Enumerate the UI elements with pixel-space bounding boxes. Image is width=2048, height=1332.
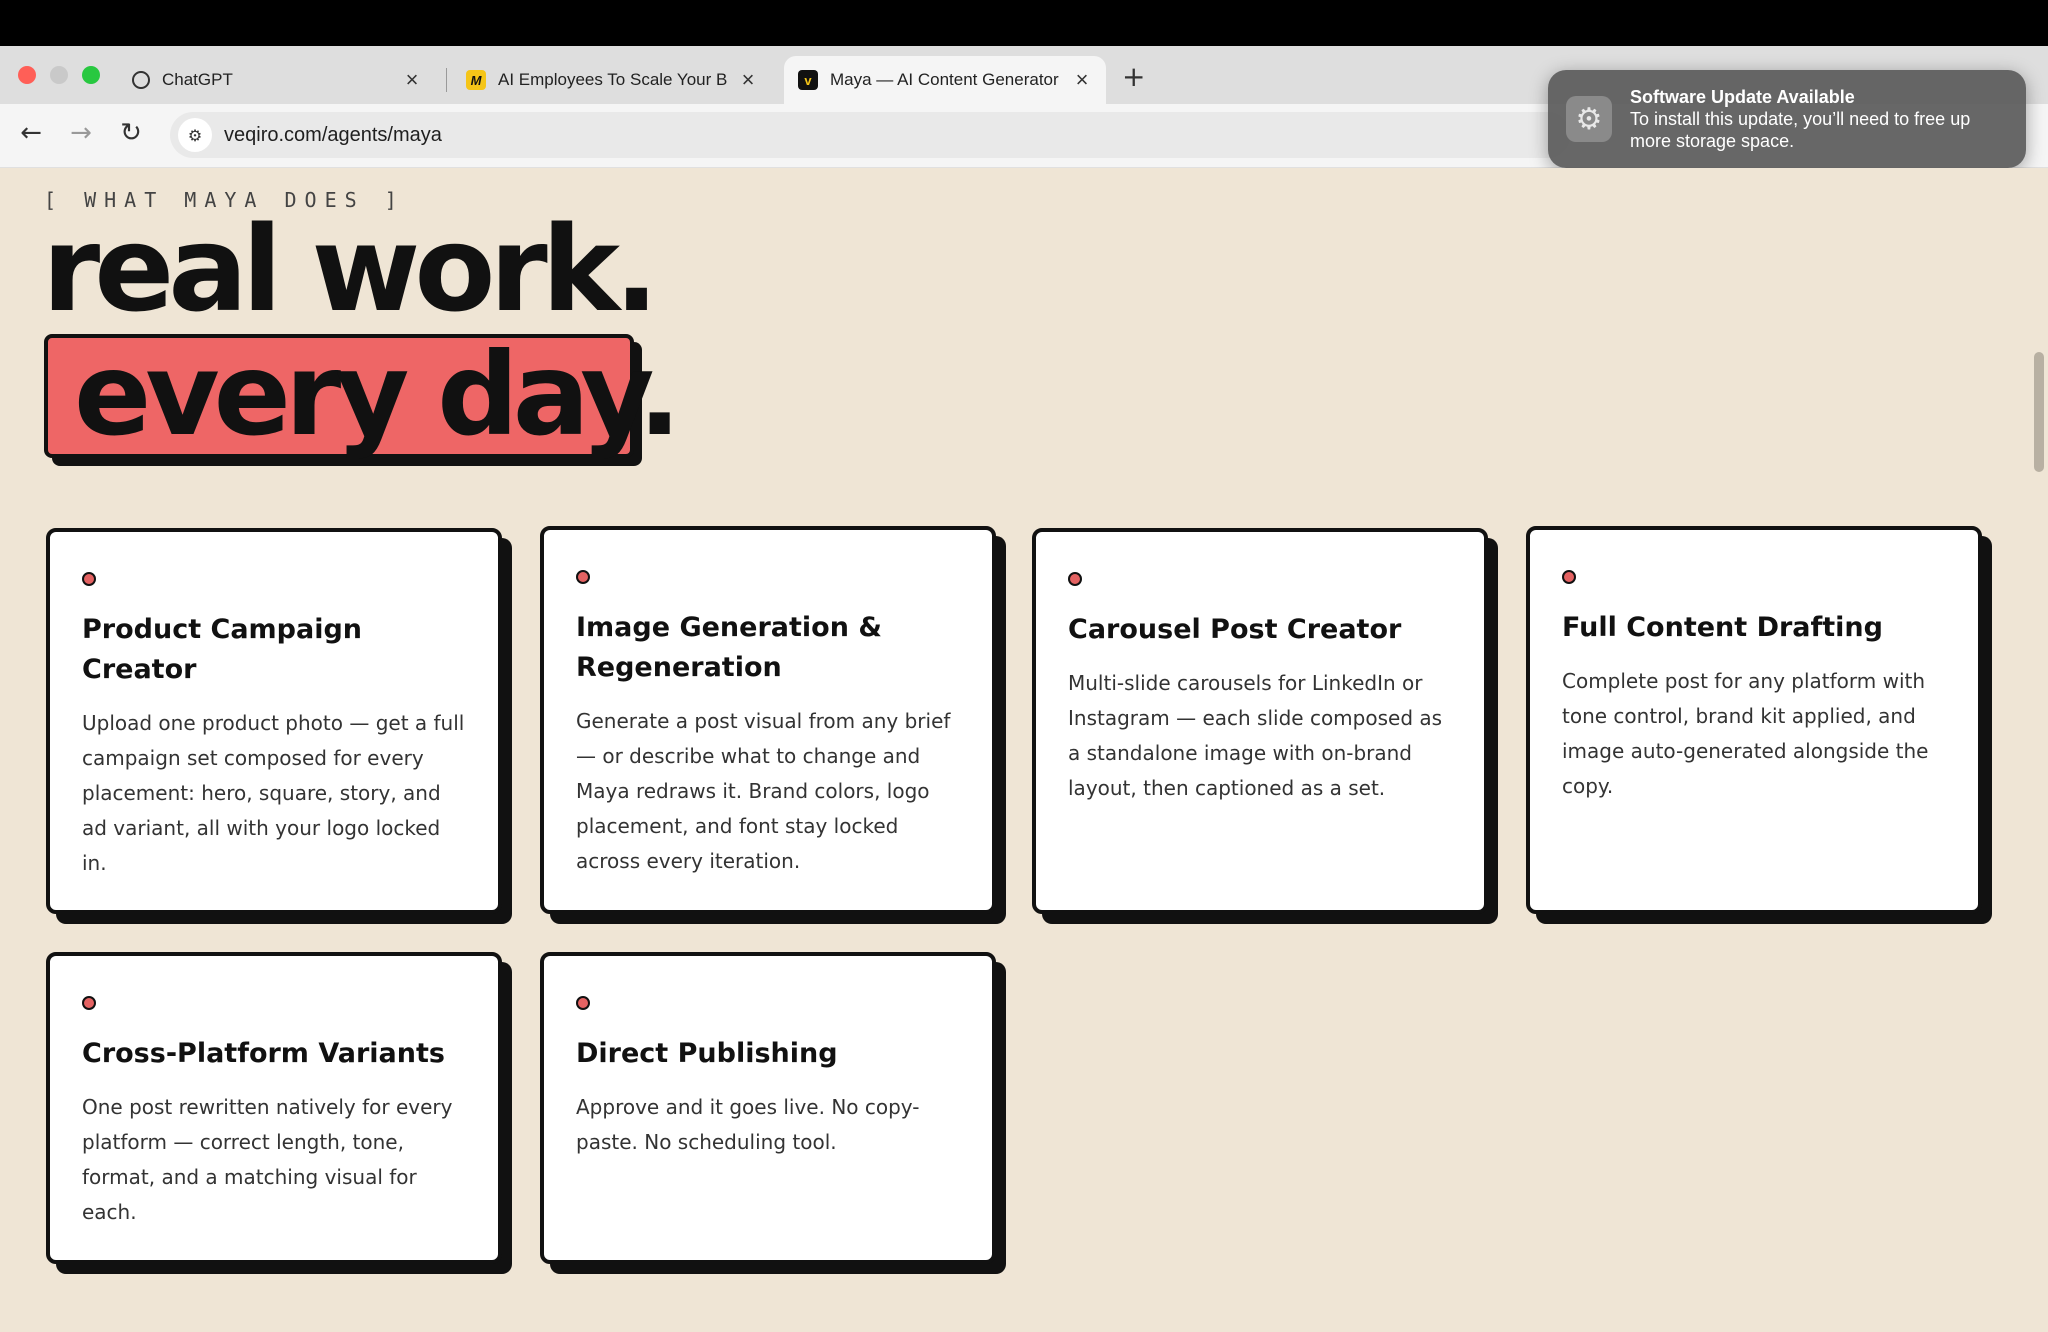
address-bar[interactable]: ⚙ veqiro.com/agents/maya (170, 112, 1570, 158)
card-description: Approve and it goes live. No copy-paste.… (576, 1095, 920, 1154)
reload-icon[interactable]: ↻ (114, 118, 148, 148)
card-title: Cross-Platform Variants (82, 1038, 445, 1069)
card-bullet-dot (82, 996, 96, 1010)
page-content: [ WHAT MAYA DOES ] real work. every day.… (0, 168, 2030, 1332)
feature-card-carousel: Carousel Post Creator Multi-slide carous… (1032, 528, 1488, 914)
card-description: Multi-slide carousels for LinkedIn or In… (1068, 671, 1443, 800)
tab-close-icon[interactable]: × (738, 67, 758, 93)
close-window-button[interactable] (18, 66, 36, 84)
veqiro-logo-icon: M (466, 70, 486, 90)
card-description: Complete post for any platform with tone… (1562, 669, 1929, 798)
page-scrollbar[interactable] (2030, 168, 2048, 1332)
tab-maya[interactable]: v Maya — AI Content Generator × (784, 56, 1106, 104)
maximize-window-button[interactable] (82, 66, 100, 84)
page-scrollbar-thumb[interactable] (2034, 352, 2044, 472)
headline-line-2: every day. (74, 328, 681, 461)
card-bullet-dot (1562, 570, 1576, 584)
feature-card-content-drafting: Full Content Drafting Complete post for … (1526, 526, 1982, 914)
feature-card-image-generation: Image Generation & Regeneration Generate… (540, 526, 996, 914)
feature-card-product-campaign: Product Campaign Creator Upload one prod… (46, 528, 502, 914)
card-bullet-dot (576, 996, 590, 1010)
new-tab-button[interactable]: + (1122, 60, 1145, 93)
tab-separator (446, 68, 447, 92)
card-bullet-dot (576, 570, 590, 584)
headline-line-1: real work. (42, 200, 659, 338)
notification-body: To install this update, you’ll need to f… (1630, 109, 1971, 151)
system-settings-gear-icon: ⚙ (1566, 96, 1612, 142)
card-description: Upload one product photo — get a full ca… (82, 711, 465, 875)
tab-title: ChatGPT (162, 70, 233, 89)
tab-close-icon[interactable]: × (402, 67, 422, 93)
card-bullet-dot (82, 572, 96, 586)
tab-close-icon[interactable]: × (1072, 67, 1092, 93)
chatgpt-icon (132, 71, 150, 89)
minimize-window-button[interactable] (50, 66, 68, 84)
card-title: Carousel Post Creator (1068, 614, 1402, 645)
card-title: Product Campaign Creator (82, 614, 363, 685)
card-description: One post rewritten natively for every pl… (82, 1095, 453, 1224)
tab-ai-employees[interactable]: M AI Employees To Scale Your B × (452, 56, 772, 104)
site-settings-icon[interactable]: ⚙ (178, 118, 212, 152)
card-bullet-dot (1068, 572, 1082, 586)
forward-arrow-icon[interactable]: → (64, 118, 98, 148)
tab-chatgpt[interactable]: ChatGPT × (118, 56, 436, 104)
card-title: Direct Publishing (576, 1038, 838, 1069)
feature-card-direct-publishing: Direct Publishing Approve and it goes li… (540, 952, 996, 1264)
maya-logo-icon: v (798, 70, 818, 90)
back-arrow-icon[interactable]: ← (14, 118, 48, 148)
software-update-notification[interactable]: ⚙ Software Update Available To install t… (1548, 70, 2026, 168)
feature-card-cross-platform: Cross-Platform Variants One post rewritt… (46, 952, 502, 1264)
notification-title: Software Update Available (1630, 87, 1855, 107)
tab-title: AI Employees To Scale Your B (498, 70, 728, 89)
url-text[interactable]: veqiro.com/agents/maya (224, 124, 442, 147)
card-title: Full Content Drafting (1562, 612, 1883, 643)
card-title: Image Generation & Regeneration (576, 612, 882, 683)
card-description: Generate a post visual from any brief — … (576, 709, 951, 873)
tab-title: Maya — AI Content Generator (830, 70, 1059, 89)
screen-top-bar (0, 0, 2048, 46)
